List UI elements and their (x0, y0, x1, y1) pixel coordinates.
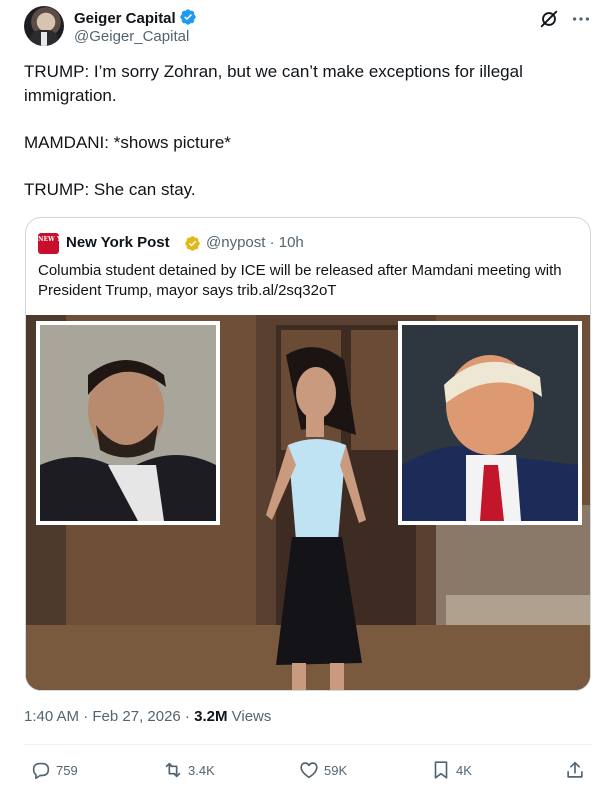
repost-count: 3.4K (188, 762, 215, 778)
divider (24, 744, 592, 745)
repost-button[interactable]: 3.4K (162, 756, 215, 784)
bookmark-count: 4K (456, 762, 472, 778)
verified-badge-icon (180, 9, 196, 25)
share-button[interactable] (564, 756, 590, 784)
news-photo-collage (26, 315, 590, 690)
repost-icon (165, 762, 181, 778)
quoted-tweet-image[interactable] (26, 315, 590, 690)
more-icon[interactable] (570, 8, 592, 30)
tweet-paragraph-2: MAMDANI: *shows picture* (24, 133, 231, 152)
nypost-logo[interactable]: NEW YORK POST (38, 233, 97, 254)
reply-button[interactable]: 759 (30, 756, 78, 784)
tweet-meta: 1:40 AM · Feb 27, 2026 · 3.2M Views (24, 708, 271, 725)
quoted-handle-time[interactable]: @nypost · 10h (206, 234, 304, 251)
bookmark-icon (434, 761, 448, 779)
like-count: 59K (324, 762, 348, 778)
quoted-tweet-text: Columbia student detained by ICE will be… (38, 262, 562, 299)
author-name-text[interactable]: Geiger Capital (74, 10, 176, 27)
reply-icon (32, 762, 50, 780)
share-icon (567, 761, 583, 778)
tweet-paragraph-3: TRUMP: She can stay. (24, 180, 196, 199)
tweet-header: Geiger Capital @Geiger_Capital (24, 6, 594, 50)
quoted-tweet[interactable]: NEW YORK POST New York Post @nypost · 10… (25, 217, 591, 691)
tweet-actions: 759 3.4K 59K 4K (24, 756, 592, 784)
views-label: Views (227, 708, 272, 725)
quoted-author-name[interactable]: New York Post (66, 234, 170, 251)
like-button[interactable]: 59K (298, 756, 347, 784)
tweet-paragraph-1: TRUMP: I’m sorry Zohran, but we can’t ma… (24, 62, 523, 105)
reply-count: 759 (56, 762, 78, 778)
timestamp[interactable]: 1:40 AM · Feb 27, 2026 · (24, 708, 194, 725)
author-display-name[interactable]: Geiger Capital (74, 8, 197, 27)
author-avatar[interactable] (24, 6, 64, 46)
heart-icon (300, 762, 318, 779)
tweet-text: TRUMP: I’m sorry Zohran, but we can’t ma… (24, 60, 584, 202)
bookmark-button[interactable]: 4K (430, 756, 472, 784)
gold-verified-badge-icon (185, 236, 200, 251)
views-count: 3.2M (194, 708, 228, 725)
author-handle[interactable]: @Geiger_Capital (74, 28, 189, 45)
grok-icon[interactable] (538, 8, 560, 30)
